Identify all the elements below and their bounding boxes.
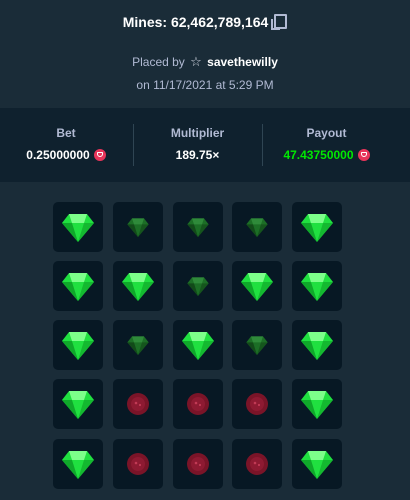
gem-icon bbox=[60, 446, 96, 482]
multiplier-stat: Multiplier 189.75× bbox=[134, 108, 261, 182]
board-tile[interactable] bbox=[292, 439, 342, 489]
board-tile[interactable] bbox=[53, 379, 103, 429]
bet-value: 0.25000000 bbox=[26, 148, 90, 162]
copy-icon[interactable] bbox=[271, 14, 288, 30]
mines-board bbox=[0, 182, 410, 500]
gem-icon bbox=[239, 268, 275, 304]
gem-icon bbox=[245, 333, 269, 357]
board-tile[interactable] bbox=[232, 320, 282, 370]
star-icon: ☆ bbox=[190, 54, 202, 69]
bet-date: on 11/17/2021 at 5:29 PM bbox=[136, 78, 274, 92]
bet-value-row: 0.25000000 bbox=[0, 148, 132, 162]
payout-value: 47.43750000 bbox=[283, 148, 354, 162]
gem-icon bbox=[120, 268, 156, 304]
board-tile[interactable] bbox=[113, 320, 163, 370]
mine-icon bbox=[245, 392, 269, 416]
board-tile[interactable] bbox=[292, 320, 342, 370]
gem-icon bbox=[180, 327, 216, 363]
gem-icon bbox=[126, 215, 150, 239]
bet-label: Bet bbox=[56, 126, 76, 140]
currency-coin-icon bbox=[93, 149, 106, 161]
board-tile[interactable] bbox=[173, 261, 223, 311]
board-tile[interactable] bbox=[113, 439, 163, 489]
payout-stat: Payout 47.43750000 bbox=[263, 108, 390, 182]
bet-stat: Bet 0.25000000 bbox=[0, 108, 132, 182]
stats-panel: Bet 0.25000000 Multiplier 189.75× Payout… bbox=[0, 108, 410, 182]
game-title: Mines: 62,462,789,164 bbox=[122, 14, 269, 30]
title-row: Mines: 62,462,789,164 bbox=[0, 14, 410, 30]
gem-icon bbox=[186, 274, 210, 298]
gem-icon bbox=[60, 268, 96, 304]
board-tile[interactable] bbox=[232, 379, 282, 429]
payout-value-row: 47.43750000 bbox=[263, 148, 390, 162]
board-tile[interactable] bbox=[173, 202, 223, 252]
board-tile[interactable] bbox=[53, 261, 103, 311]
board-tile[interactable] bbox=[232, 261, 282, 311]
board-tile[interactable] bbox=[113, 261, 163, 311]
multiplier-value: 189.75× bbox=[175, 148, 220, 162]
board-tile[interactable] bbox=[53, 320, 103, 370]
mine-icon bbox=[186, 452, 210, 476]
gem-icon bbox=[299, 446, 335, 482]
board-tile[interactable] bbox=[113, 202, 163, 252]
placed-by-row: Placed by ☆ savethewilly bbox=[0, 54, 410, 70]
board-tile[interactable] bbox=[53, 202, 103, 252]
gem-icon bbox=[186, 215, 210, 239]
payout-label: Payout bbox=[306, 126, 347, 140]
gem-icon bbox=[60, 327, 96, 363]
gem-icon bbox=[299, 209, 335, 245]
board-tile[interactable] bbox=[113, 379, 163, 429]
currency-coin-icon bbox=[357, 149, 370, 161]
placed-by-label: Placed by bbox=[132, 55, 185, 69]
gem-icon bbox=[245, 215, 269, 239]
gem-icon bbox=[299, 327, 335, 363]
board-tile[interactable] bbox=[292, 202, 342, 252]
board-tile[interactable] bbox=[292, 379, 342, 429]
bet-header: Mines: 62,462,789,164 Placed by ☆ saveth… bbox=[0, 0, 410, 108]
gem-icon bbox=[60, 386, 96, 422]
board-tile[interactable] bbox=[173, 320, 223, 370]
username-link[interactable]: savethewilly bbox=[207, 55, 278, 69]
board-tile[interactable] bbox=[53, 439, 103, 489]
board-tile[interactable] bbox=[232, 439, 282, 489]
gem-icon bbox=[60, 209, 96, 245]
mine-icon bbox=[186, 392, 210, 416]
gem-icon bbox=[299, 386, 335, 422]
board-tile[interactable] bbox=[173, 379, 223, 429]
gem-icon bbox=[299, 268, 335, 304]
board-tile[interactable] bbox=[232, 202, 282, 252]
gem-icon bbox=[126, 333, 150, 357]
board-tile[interactable] bbox=[292, 261, 342, 311]
mine-icon bbox=[126, 392, 150, 416]
mine-icon bbox=[126, 452, 150, 476]
multiplier-label: Multiplier bbox=[170, 126, 225, 140]
mine-icon bbox=[245, 452, 269, 476]
board-tile[interactable] bbox=[173, 439, 223, 489]
